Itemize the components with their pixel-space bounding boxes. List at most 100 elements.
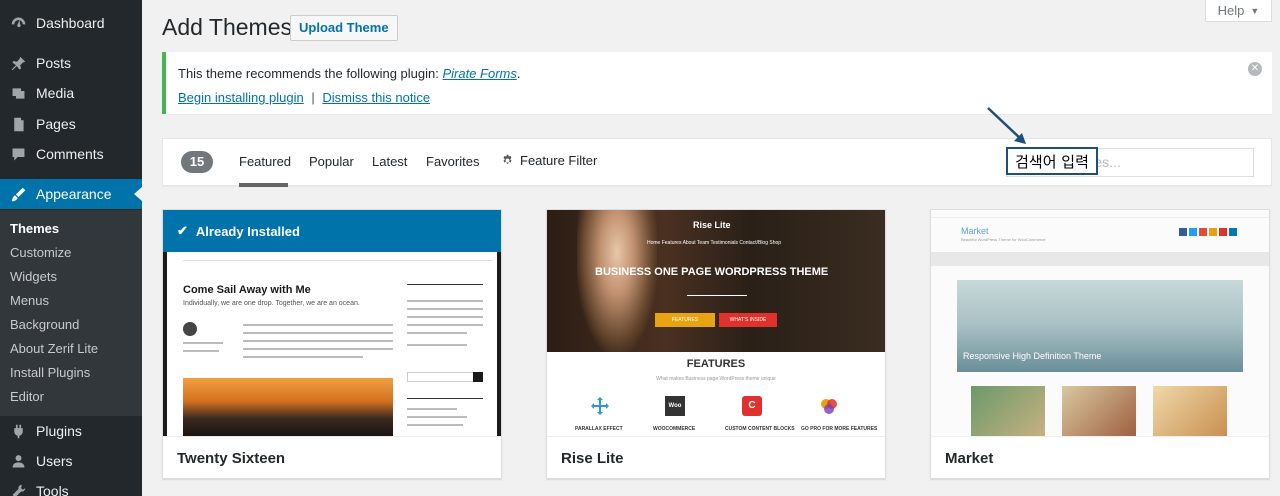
sidebar-item-posts[interactable]: Posts (0, 48, 142, 78)
sidebar-item-label: Pages (36, 116, 76, 132)
preview-line (407, 316, 483, 318)
theme-filter-bar: 15 Featured Popular Latest Favorites Fea… (162, 138, 1272, 187)
sidebar-item-label: Media (36, 85, 75, 101)
sidebar-item-appearance[interactable]: Appearance (0, 179, 142, 209)
preview-page: Come Sail Away with Me Individually, we … (167, 252, 497, 436)
sidebar-item-comments[interactable]: Comments (0, 139, 142, 169)
submenu-widgets[interactable]: Widgets (10, 269, 57, 284)
submenu-editor[interactable]: Editor (10, 389, 44, 404)
preview-line (243, 332, 393, 334)
preview-line (243, 356, 363, 358)
active-tab-indicator (239, 183, 288, 187)
sidebar-item-media[interactable]: Media (0, 78, 142, 108)
sidebar-item-dashboard[interactable]: Dashboard (0, 8, 142, 38)
gear-icon (503, 154, 512, 164)
theme-card-market[interactable]: Market Beautiful WordPress Theme for Woo… (930, 209, 1270, 479)
parallax-icon (591, 397, 609, 415)
preview-line (243, 348, 393, 350)
preview-rule (183, 260, 493, 261)
close-icon[interactable]: ✕ (1248, 62, 1262, 76)
theme-count-badge: 15 (181, 151, 213, 173)
sidebar-item-label: Plugins (36, 423, 82, 439)
preview-line (243, 340, 393, 342)
sidebar-item-label: Appearance (36, 186, 112, 202)
help-button[interactable]: Help ▼ (1205, 0, 1272, 22)
pirate-forms-link[interactable]: Pirate Forms (442, 66, 516, 81)
submenu-themes[interactable]: Themes (10, 221, 59, 236)
preview-features-subtitle: What makes Business page WordPress theme… (656, 376, 776, 382)
preview-rule (687, 295, 747, 296)
sidebar-item-tools[interactable]: Tools (0, 476, 142, 496)
preview-line (407, 324, 483, 326)
woocommerce-icon: Woo (665, 396, 685, 416)
feature-filter-button[interactable]: Feature Filter (501, 153, 597, 168)
theme-name: Market (945, 450, 994, 467)
theme-screenshot: Market Beautiful WordPress Theme for Woo… (931, 210, 1269, 436)
tab-featured[interactable]: Featured (239, 154, 291, 169)
preview-tagline: Beautiful WordPress Theme for WooCommerc… (961, 237, 1046, 242)
submenu-background[interactable]: Background (10, 317, 79, 332)
help-label: Help (1217, 3, 1245, 18)
sidebar-item-label: Posts (36, 55, 72, 71)
custom-content-icon: C (742, 396, 762, 416)
go-pro-icon (821, 399, 837, 414)
submenu-about-zerif-lite[interactable]: About Zerif Lite (10, 341, 98, 356)
theme-card-rise-lite[interactable]: Rise Lite Home Features About Team Testi… (546, 209, 886, 479)
plugin-icon (8, 421, 28, 441)
twitter-icon (1189, 228, 1197, 236)
submenu-menus[interactable]: Menus (10, 293, 49, 308)
dismiss-notice-link[interactable]: Dismiss this notice (322, 90, 430, 105)
preview-logo: Market (961, 226, 989, 236)
theme-screenshot: Rise Lite Home Features About Team Testi… (547, 210, 885, 436)
sidebar-item-label: Tools (36, 483, 69, 496)
preview-topbar (931, 210, 1269, 218)
preview-feature-label: CUSTOM CONTENT BLOCKS (725, 426, 795, 432)
preview-subtitle: Individually, we are one drop. Together,… (183, 300, 360, 307)
pinterest-icon (1219, 228, 1227, 236)
preview-line (407, 308, 483, 310)
sidebar-item-pages[interactable]: Pages (0, 109, 142, 139)
comment-icon (8, 144, 28, 164)
sidebar-item-plugins[interactable]: Plugins (0, 416, 142, 446)
preview-portrait-image (577, 210, 657, 352)
preview-line (407, 424, 463, 426)
preview-avatar (183, 322, 197, 336)
rss-icon (1209, 228, 1217, 236)
checkmark-icon: ✔ (177, 223, 188, 238)
pages-icon (8, 114, 28, 134)
preview-features-heading: FEATURES (686, 358, 746, 370)
preview-line (407, 332, 467, 334)
preview-line (407, 300, 483, 302)
installed-label: Already Installed (195, 223, 300, 239)
dashboard-icon (8, 13, 28, 33)
theme-card-twenty-sixteen[interactable]: Come Sail Away with Me Individually, we … (162, 209, 502, 479)
upload-theme-button[interactable]: Upload Theme (290, 15, 398, 41)
tab-favorites[interactable]: Favorites (426, 154, 479, 169)
preview-thumbnail (1153, 386, 1227, 436)
annotation-arrow-icon (987, 107, 1026, 144)
notice-actions: Begin installing plugin | Dismiss this n… (178, 90, 430, 105)
preview-title: Come Sail Away with Me (183, 284, 311, 296)
preview-search-box (407, 372, 483, 382)
tab-popular[interactable]: Popular (309, 154, 354, 169)
submenu-install-plugins[interactable]: Install Plugins (10, 365, 90, 380)
users-icon (8, 451, 28, 471)
submenu-customize[interactable]: Customize (10, 245, 71, 260)
page-title: Add Themes (162, 14, 292, 40)
sidebar-item-label: Users (36, 453, 73, 469)
sidebar-item-label: Dashboard (36, 15, 105, 31)
plugin-notice: This theme recommends the following plug… (162, 52, 1272, 114)
pin-icon (8, 53, 28, 73)
theme-screenshot: Come Sail Away with Me Individually, we … (163, 210, 501, 436)
preview-logo: Rise Lite (693, 220, 731, 230)
notice-text: This theme recommends the following plug… (178, 66, 443, 81)
begin-installing-link[interactable]: Begin installing plugin (178, 90, 304, 105)
sidebar-item-users[interactable]: Users (0, 446, 142, 476)
preview-thumbnail (971, 386, 1045, 436)
preview-thumbnail (1062, 386, 1136, 436)
preview-feature-label: PARALLAX EFFECT (575, 426, 623, 432)
preview-line (407, 344, 467, 346)
preview-line (407, 416, 467, 418)
media-icon (8, 83, 28, 103)
tab-latest[interactable]: Latest (372, 154, 407, 169)
